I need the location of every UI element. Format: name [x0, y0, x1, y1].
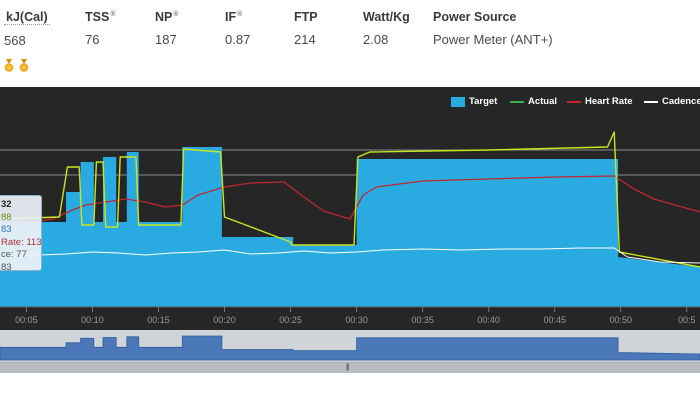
legend-label-actual: Actual: [528, 96, 558, 107]
x-tick-label: 00:15: [147, 315, 170, 325]
x-tick-label: 00:30: [345, 315, 368, 325]
stat-label-watt-kg: Watt/Kg: [363, 10, 410, 24]
stat-value-power-source: Power Meter (ANT+): [433, 32, 553, 47]
scrollbar-grip-icon[interactable]: |||: [346, 364, 350, 371]
stat-value-watt-kg: 2.08: [363, 32, 389, 47]
x-tick-label: 00:5: [678, 315, 696, 325]
stat-label-ftp: FTP: [294, 10, 318, 24]
stat-label-kj[interactable]: kJ(Cal): [4, 10, 50, 25]
stat-value-kj: 568: [4, 33, 26, 48]
chart-plot[interactable]: [0, 87, 700, 330]
stat-label-np: NP: [155, 10, 173, 24]
stat-label-tss: TSS: [85, 10, 110, 24]
legend-item-heart-rate[interactable]: Heart Rate: [567, 96, 633, 107]
x-tick-label: 00:20: [213, 315, 236, 325]
legend-swatch-cadence: [644, 100, 658, 103]
stat-np: NP® 187: [155, 10, 179, 47]
stat-tss: TSS® 76: [85, 10, 115, 47]
stat-watt-kg: Watt/Kg 2.08: [363, 10, 410, 47]
navigator-area: [0, 335, 700, 361]
tooltip-time: 32: [1, 199, 12, 210]
achievement-medals: [3, 59, 33, 75]
legend-label-heart-rate: Heart Rate: [585, 96, 633, 107]
stat-mark-if: ®: [237, 10, 243, 18]
tooltip-heart-rate: Rate: 113: [1, 236, 42, 248]
stat-kj: kJ(Cal) 568: [4, 10, 50, 48]
stat-power-source: Power Source Power Meter (ANT+): [433, 10, 553, 47]
x-tick-label: 00:35: [411, 315, 434, 325]
legend-swatch-heart-rate: [567, 100, 581, 103]
x-axis-ticks: [25, 307, 688, 312]
navigator-series: [0, 335, 700, 361]
tooltip-cadence: ce: 77: [1, 249, 27, 260]
chart-navigator[interactable]: [0, 330, 700, 362]
medal-icon[interactable]: [18, 59, 30, 73]
x-tick-label: 00:25: [279, 315, 302, 325]
workout-stats: kJ(Cal) 568 TSS® 76 NP® 187 IF® 0.87 FTP…: [0, 0, 700, 60]
stat-label-power-source: Power Source: [433, 10, 517, 24]
stat-label-if: IF: [225, 10, 237, 24]
medal-icon[interactable]: [3, 59, 15, 73]
stat-value-if: 0.87: [225, 32, 251, 47]
tooltip-target: 83: [1, 224, 12, 235]
x-axis-labels: 00:05 00:10 00:15 00:20 00:25 00:30 00:35 00:40…: [0, 315, 700, 329]
x-tick-label: 00:40: [477, 315, 500, 325]
legend-item-actual[interactable]: Actual: [510, 96, 557, 107]
stat-value-ftp: 214: [294, 32, 316, 47]
tooltip-extra: 83: [1, 261, 12, 271]
legend-swatch-target: [451, 96, 465, 107]
workout-chart[interactable]: Target Actual Heart Rate Cadence 00:05 00…: [0, 87, 700, 330]
x-tick-label: 00:10: [81, 315, 104, 325]
stat-value-tss: 76: [85, 32, 100, 47]
legend-item-cadence[interactable]: Cadence: [644, 96, 700, 107]
x-tick-label: 00:05: [15, 315, 38, 325]
x-tick-label: 00:45: [543, 315, 566, 325]
tooltip-actual: 88: [1, 211, 12, 223]
navigator-scrollbar[interactable]: |||: [0, 362, 700, 373]
x-tick-label: 00:50: [609, 315, 633, 325]
legend-swatch-actual: [510, 100, 524, 103]
stat-mark-tss: ®: [110, 10, 116, 18]
stat-ftp: FTP 214: [294, 10, 318, 47]
legend-label-cadence: Cadence: [662, 96, 700, 107]
legend-item-target[interactable]: Target: [451, 96, 497, 107]
stat-value-np: 187: [155, 32, 177, 47]
chart-tooltip: 32 88 83 Rate: 113 ce: 77 83: [0, 195, 42, 271]
stat-if: IF® 0.87: [225, 10, 250, 47]
stat-mark-np: ®: [173, 10, 179, 18]
legend-label-target: Target: [469, 96, 498, 107]
